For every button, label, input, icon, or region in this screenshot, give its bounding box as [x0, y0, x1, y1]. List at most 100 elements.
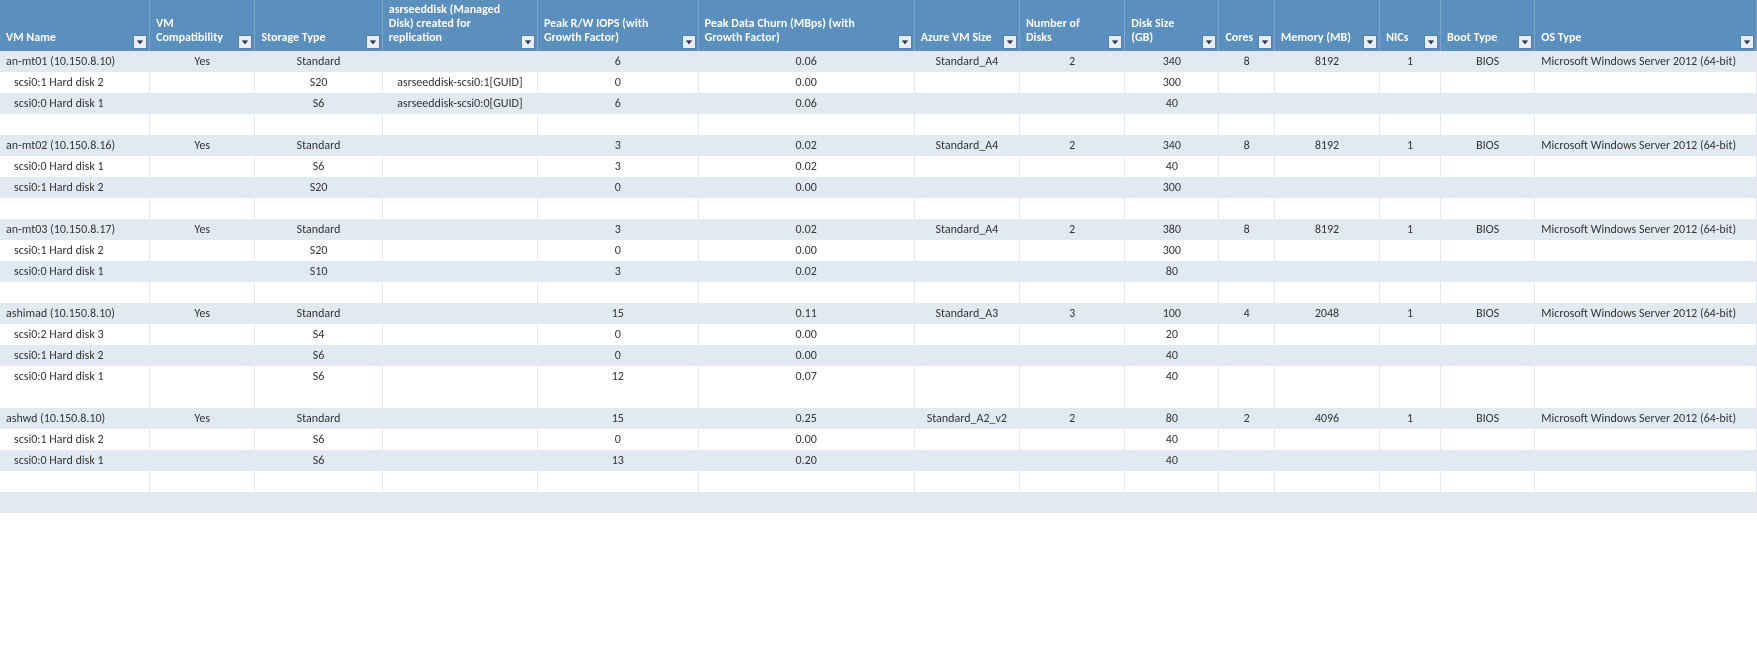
cell[interactable]: [150, 429, 255, 450]
cell[interactable]: 2: [1019, 51, 1124, 72]
cell[interactable]: [1219, 282, 1274, 303]
cell[interactable]: 15: [537, 303, 698, 324]
cell[interactable]: [1535, 492, 1757, 513]
cell[interactable]: [1380, 72, 1441, 93]
cell[interactable]: [1219, 366, 1274, 387]
cell[interactable]: [1019, 93, 1124, 114]
cell[interactable]: [1019, 450, 1124, 471]
cell[interactable]: Standard_A4: [914, 135, 1019, 156]
cell[interactable]: scsi0:1 Hard disk 2: [0, 240, 150, 261]
cell[interactable]: 0.11: [698, 303, 914, 324]
cell[interactable]: Standard_A3: [914, 303, 1019, 324]
cell[interactable]: Standard: [255, 51, 382, 72]
cell[interactable]: [255, 114, 382, 135]
cell[interactable]: [537, 387, 698, 408]
cell[interactable]: 340: [1125, 135, 1219, 156]
cell[interactable]: Standard: [255, 303, 382, 324]
table-row[interactable]: an-mt02 (10.150.8.16)YesStandard 30.02St…: [0, 135, 1757, 156]
cell[interactable]: [150, 177, 255, 198]
cell[interactable]: 15: [537, 408, 698, 429]
table-row[interactable]: scsi0:1 Hard disk 2 S20 00.00 300: [0, 177, 1757, 198]
cell[interactable]: [382, 492, 537, 513]
table-row[interactable]: ashimad (10.150.8.10)YesStandard 150.11S…: [0, 303, 1757, 324]
cell[interactable]: 100: [1125, 303, 1219, 324]
table-row[interactable]: scsi0:0 Hard disk 1 S6 30.02 40: [0, 156, 1757, 177]
cell[interactable]: [1274, 282, 1379, 303]
cell[interactable]: [1274, 198, 1379, 219]
cell[interactable]: [150, 471, 255, 492]
cell[interactable]: [1441, 240, 1535, 261]
cell[interactable]: [255, 198, 382, 219]
cell[interactable]: 2: [1019, 219, 1124, 240]
cell[interactable]: 40: [1125, 450, 1219, 471]
cell[interactable]: an-mt02 (10.150.8.16): [0, 135, 150, 156]
cell[interactable]: [914, 366, 1019, 387]
cell[interactable]: [1019, 366, 1124, 387]
cell[interactable]: [0, 492, 150, 513]
cell[interactable]: [1535, 72, 1757, 93]
cell[interactable]: [1535, 366, 1757, 387]
cell[interactable]: 2: [1019, 408, 1124, 429]
cell[interactable]: S6: [255, 450, 382, 471]
cell[interactable]: [150, 261, 255, 282]
cell[interactable]: 0: [537, 72, 698, 93]
cell[interactable]: [1219, 324, 1274, 345]
cell[interactable]: scsi0:2 Hard disk 3: [0, 324, 150, 345]
cell[interactable]: 8: [1219, 51, 1274, 72]
table-row[interactable]: scsi0:0 Hard disk 1 S6asrseeddisk-scsi0:…: [0, 93, 1757, 114]
table-row[interactable]: scsi0:0 Hard disk 1 S6 120.07 40: [0, 366, 1757, 387]
cell[interactable]: [1380, 471, 1441, 492]
cell[interactable]: [1019, 156, 1124, 177]
cell[interactable]: [255, 282, 382, 303]
cell[interactable]: [1219, 471, 1274, 492]
cell[interactable]: [1441, 429, 1535, 450]
cell[interactable]: S20: [255, 240, 382, 261]
cell[interactable]: [150, 93, 255, 114]
cell[interactable]: [1441, 156, 1535, 177]
cell[interactable]: [1274, 261, 1379, 282]
cell[interactable]: 1: [1380, 219, 1441, 240]
cell[interactable]: [698, 282, 914, 303]
cell[interactable]: 40: [1125, 429, 1219, 450]
cell[interactable]: [150, 492, 255, 513]
cell[interactable]: [1019, 471, 1124, 492]
cell[interactable]: [382, 471, 537, 492]
cell[interactable]: 80: [1125, 408, 1219, 429]
cell[interactable]: [382, 219, 537, 240]
cell[interactable]: 0.06: [698, 93, 914, 114]
cell[interactable]: an-mt03 (10.150.8.17): [0, 219, 150, 240]
cell[interactable]: 0: [537, 177, 698, 198]
table-row[interactable]: scsi0:2 Hard disk 3 S4 00.00 20: [0, 324, 1757, 345]
cell[interactable]: 0.02: [698, 261, 914, 282]
filter-dropdown-icon[interactable]: [1108, 35, 1122, 49]
cell[interactable]: S6: [255, 93, 382, 114]
cell[interactable]: [382, 450, 537, 471]
cell[interactable]: 40: [1125, 156, 1219, 177]
cell[interactable]: [0, 387, 150, 408]
cell[interactable]: [1441, 450, 1535, 471]
cell[interactable]: 0.02: [698, 156, 914, 177]
cell[interactable]: 1: [1380, 303, 1441, 324]
cell[interactable]: [1125, 198, 1219, 219]
cell[interactable]: [382, 240, 537, 261]
table-row[interactable]: ashwd (10.150.8.10)YesStandard 150.25Sta…: [0, 408, 1757, 429]
cell[interactable]: Standard: [255, 408, 382, 429]
filter-dropdown-icon[interactable]: [1003, 35, 1017, 49]
table-row[interactable]: scsi0:0 Hard disk 1 S10 30.02 80: [0, 261, 1757, 282]
cell[interactable]: [1125, 471, 1219, 492]
cell[interactable]: [1535, 198, 1757, 219]
cell[interactable]: [1219, 72, 1274, 93]
cell[interactable]: [382, 429, 537, 450]
cell[interactable]: [914, 114, 1019, 135]
cell[interactable]: [1219, 387, 1274, 408]
cell[interactable]: an-mt01 (10.150.8.10): [0, 51, 150, 72]
cell[interactable]: ashwd (10.150.8.10): [0, 408, 150, 429]
cell[interactable]: [1019, 240, 1124, 261]
cell[interactable]: [1535, 240, 1757, 261]
cell[interactable]: [1380, 156, 1441, 177]
cell[interactable]: [382, 387, 537, 408]
cell[interactable]: [1535, 177, 1757, 198]
cell[interactable]: [1441, 72, 1535, 93]
cell[interactable]: S6: [255, 366, 382, 387]
cell[interactable]: [1380, 198, 1441, 219]
